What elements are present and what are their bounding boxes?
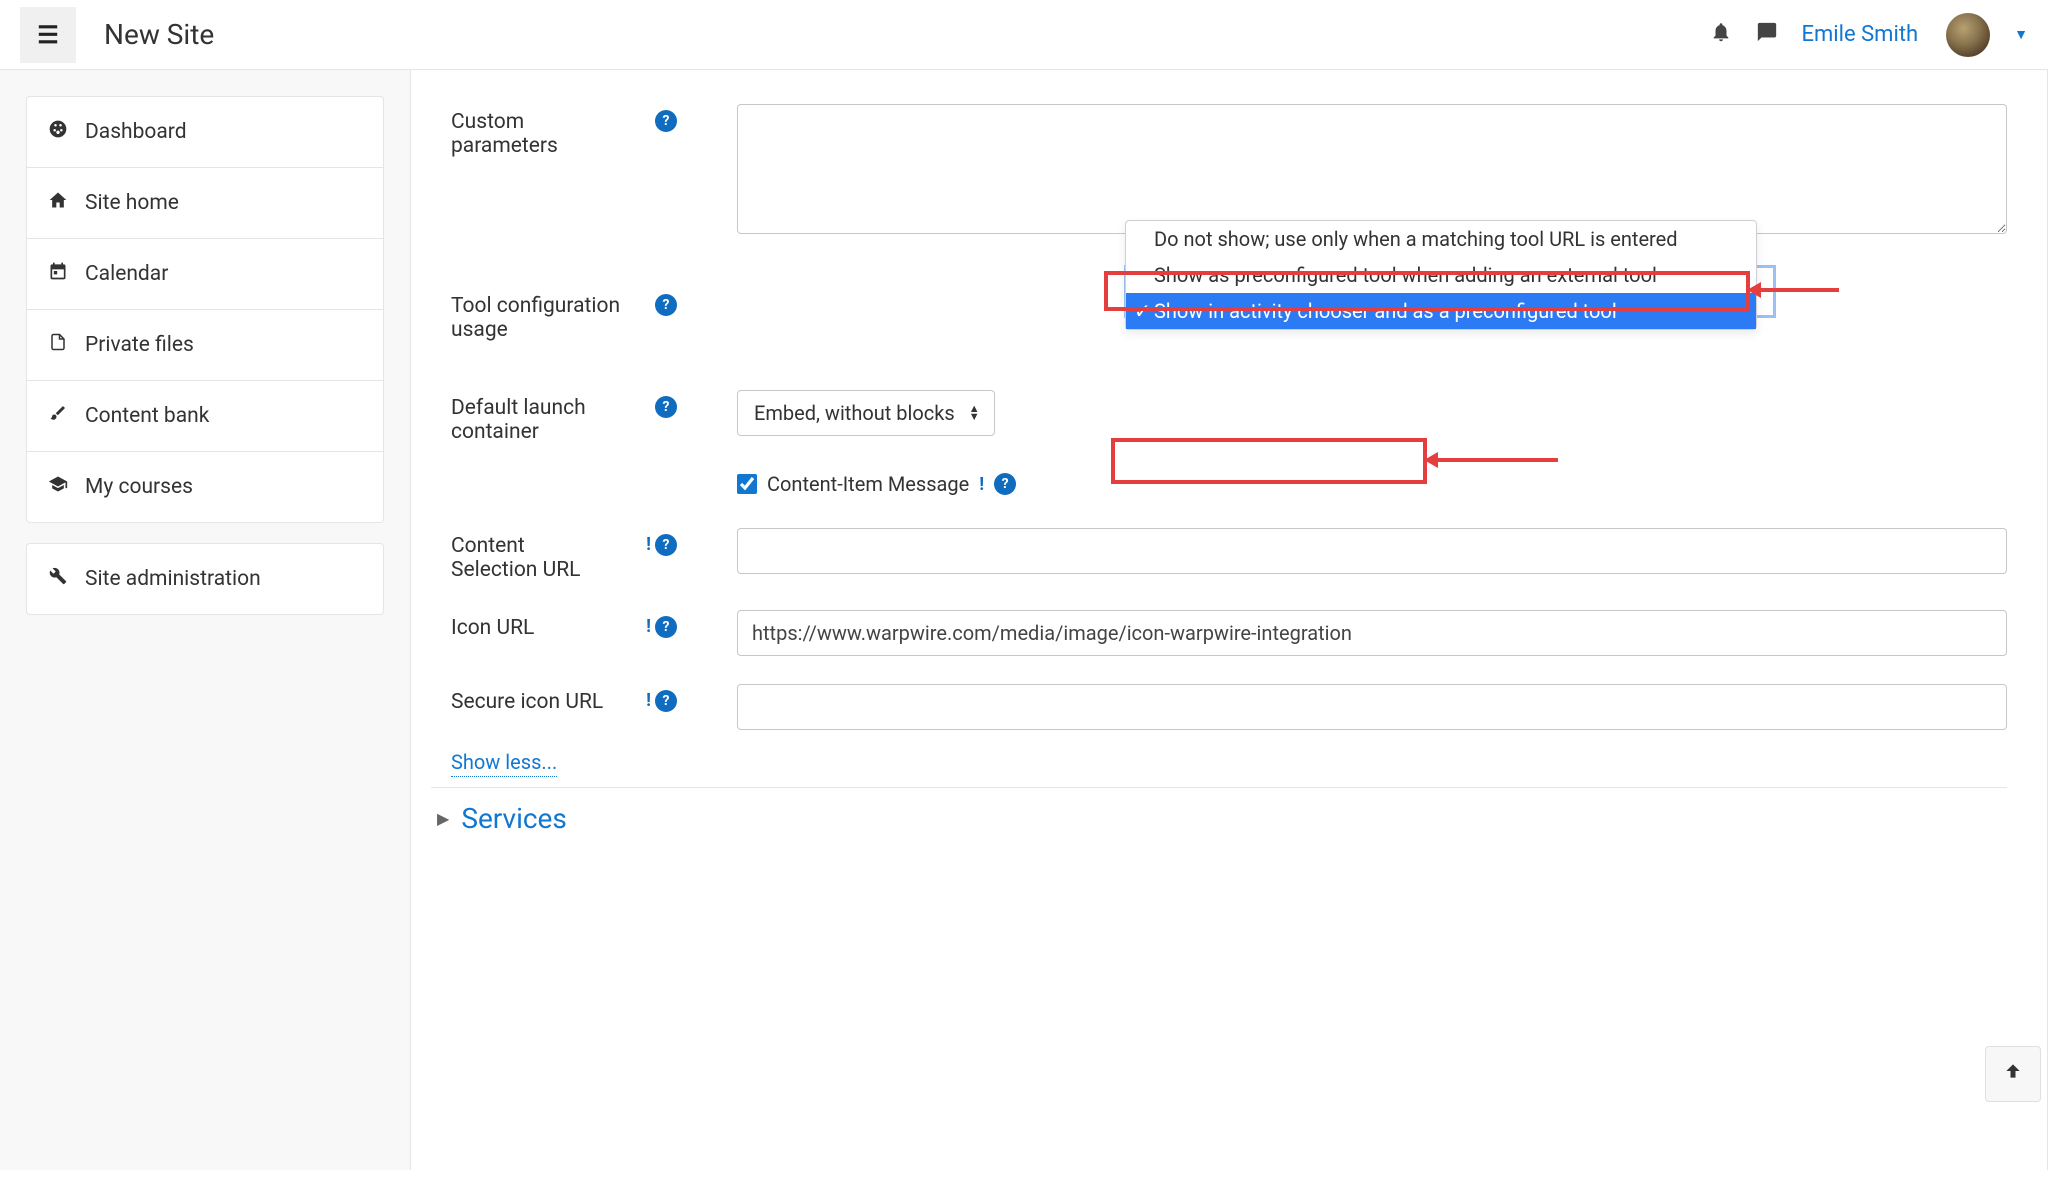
calendar-icon (47, 261, 69, 287)
services-section-toggle[interactable]: ▶ Services (431, 802, 2007, 835)
nav-label: Site administration (85, 567, 261, 591)
user-menu-name[interactable]: Emile Smith (1802, 22, 1919, 47)
site-title[interactable]: New Site (104, 18, 214, 51)
sort-icon: ▲▼ (969, 405, 978, 421)
label-custom-parameters: Custom parameters (451, 104, 631, 240)
nav-label: Content bank (85, 404, 209, 428)
chevron-right-icon: ▶ (437, 809, 449, 828)
user-avatar[interactable] (1946, 13, 1990, 57)
nav-label: Site home (85, 191, 179, 215)
select-default-launch-container[interactable]: Embed, without blocks ▲▼ (737, 390, 995, 436)
divider (431, 787, 2007, 788)
nav-site-home[interactable]: Site home (27, 168, 383, 239)
dropdown-option-1[interactable]: Show as preconfigured tool when adding a… (1126, 257, 1756, 293)
graduation-icon (47, 474, 69, 500)
messages-icon[interactable] (1756, 21, 1778, 49)
input-content-selection-url[interactable] (737, 528, 2007, 574)
label-content-selection-url: Content Selection URL (451, 528, 611, 582)
main-content: Custom parameters ? Tool configuration u… (410, 70, 2048, 1170)
nav-private-files[interactable]: Private files (27, 310, 383, 381)
nav-label: Dashboard (85, 120, 187, 144)
input-secure-icon-url[interactable] (737, 684, 2007, 730)
select-value: Embed, without blocks (754, 401, 955, 425)
nav-my-courses[interactable]: My courses (27, 452, 383, 522)
help-icon[interactable]: ? (655, 110, 677, 132)
label-content-item-message: Content-Item Message (767, 472, 969, 496)
help-icon[interactable]: ? (655, 534, 677, 556)
show-less-link[interactable]: Show less... (451, 750, 557, 777)
label-icon-url: Icon URL (451, 610, 611, 656)
nav-site-administration[interactable]: Site administration (27, 544, 383, 614)
advanced-icon: ! (646, 616, 651, 637)
tool-config-usage-dropdown[interactable]: Do not show; use only when a matching to… (1125, 220, 1757, 330)
annotation-arrow-2 (1436, 458, 1558, 462)
file-icon (47, 332, 69, 358)
sidebar: Dashboard Site home Calendar Private fil… (0, 70, 410, 1170)
home-icon (47, 190, 69, 216)
help-icon[interactable]: ? (994, 473, 1016, 495)
label-default-launch-container: Default launch container (451, 390, 631, 444)
scroll-to-top-button[interactable] (1985, 1046, 2041, 1102)
dropdown-option-2[interactable]: Show in activity chooser and as a precon… (1126, 293, 1756, 329)
nav-block-main: Dashboard Site home Calendar Private fil… (26, 96, 384, 523)
dashboard-icon (47, 119, 69, 145)
nav-label: Private files (85, 333, 194, 357)
notifications-icon[interactable] (1710, 21, 1732, 49)
advanced-icon: ! (979, 474, 984, 495)
checkbox-content-item-message[interactable] (737, 474, 757, 494)
label-secure-icon-url: Secure icon URL (451, 684, 611, 730)
help-icon[interactable]: ? (655, 690, 677, 712)
input-icon-url[interactable] (737, 610, 2007, 656)
arrow-up-icon (2003, 1061, 2023, 1087)
paintbrush-icon (47, 403, 69, 429)
user-menu-caret[interactable]: ▼ (2014, 26, 2028, 43)
services-heading-label: Services (461, 802, 567, 835)
nav-drawer-toggle[interactable]: ☰ (20, 7, 76, 63)
advanced-icon: ! (646, 690, 651, 711)
nav-content-bank[interactable]: Content bank (27, 381, 383, 452)
input-custom-parameters[interactable] (737, 104, 2007, 234)
nav-calendar[interactable]: Calendar (27, 239, 383, 310)
advanced-icon: ! (646, 534, 651, 555)
top-navbar: ☰ New Site Emile Smith ▼ (0, 0, 2048, 70)
annotation-arrow-1 (1759, 288, 1839, 292)
nav-label: My courses (85, 475, 193, 499)
help-icon[interactable]: ? (655, 616, 677, 638)
label-tool-config-usage: Tool configuration usage (451, 288, 631, 342)
wrench-icon (47, 566, 69, 592)
help-icon[interactable]: ? (655, 294, 677, 316)
nav-label: Calendar (85, 262, 168, 286)
help-icon[interactable]: ? (655, 396, 677, 418)
nav-block-admin: Site administration (26, 543, 384, 615)
nav-dashboard[interactable]: Dashboard (27, 97, 383, 168)
hamburger-icon: ☰ (37, 21, 59, 49)
dropdown-option-0[interactable]: Do not show; use only when a matching to… (1126, 221, 1756, 257)
